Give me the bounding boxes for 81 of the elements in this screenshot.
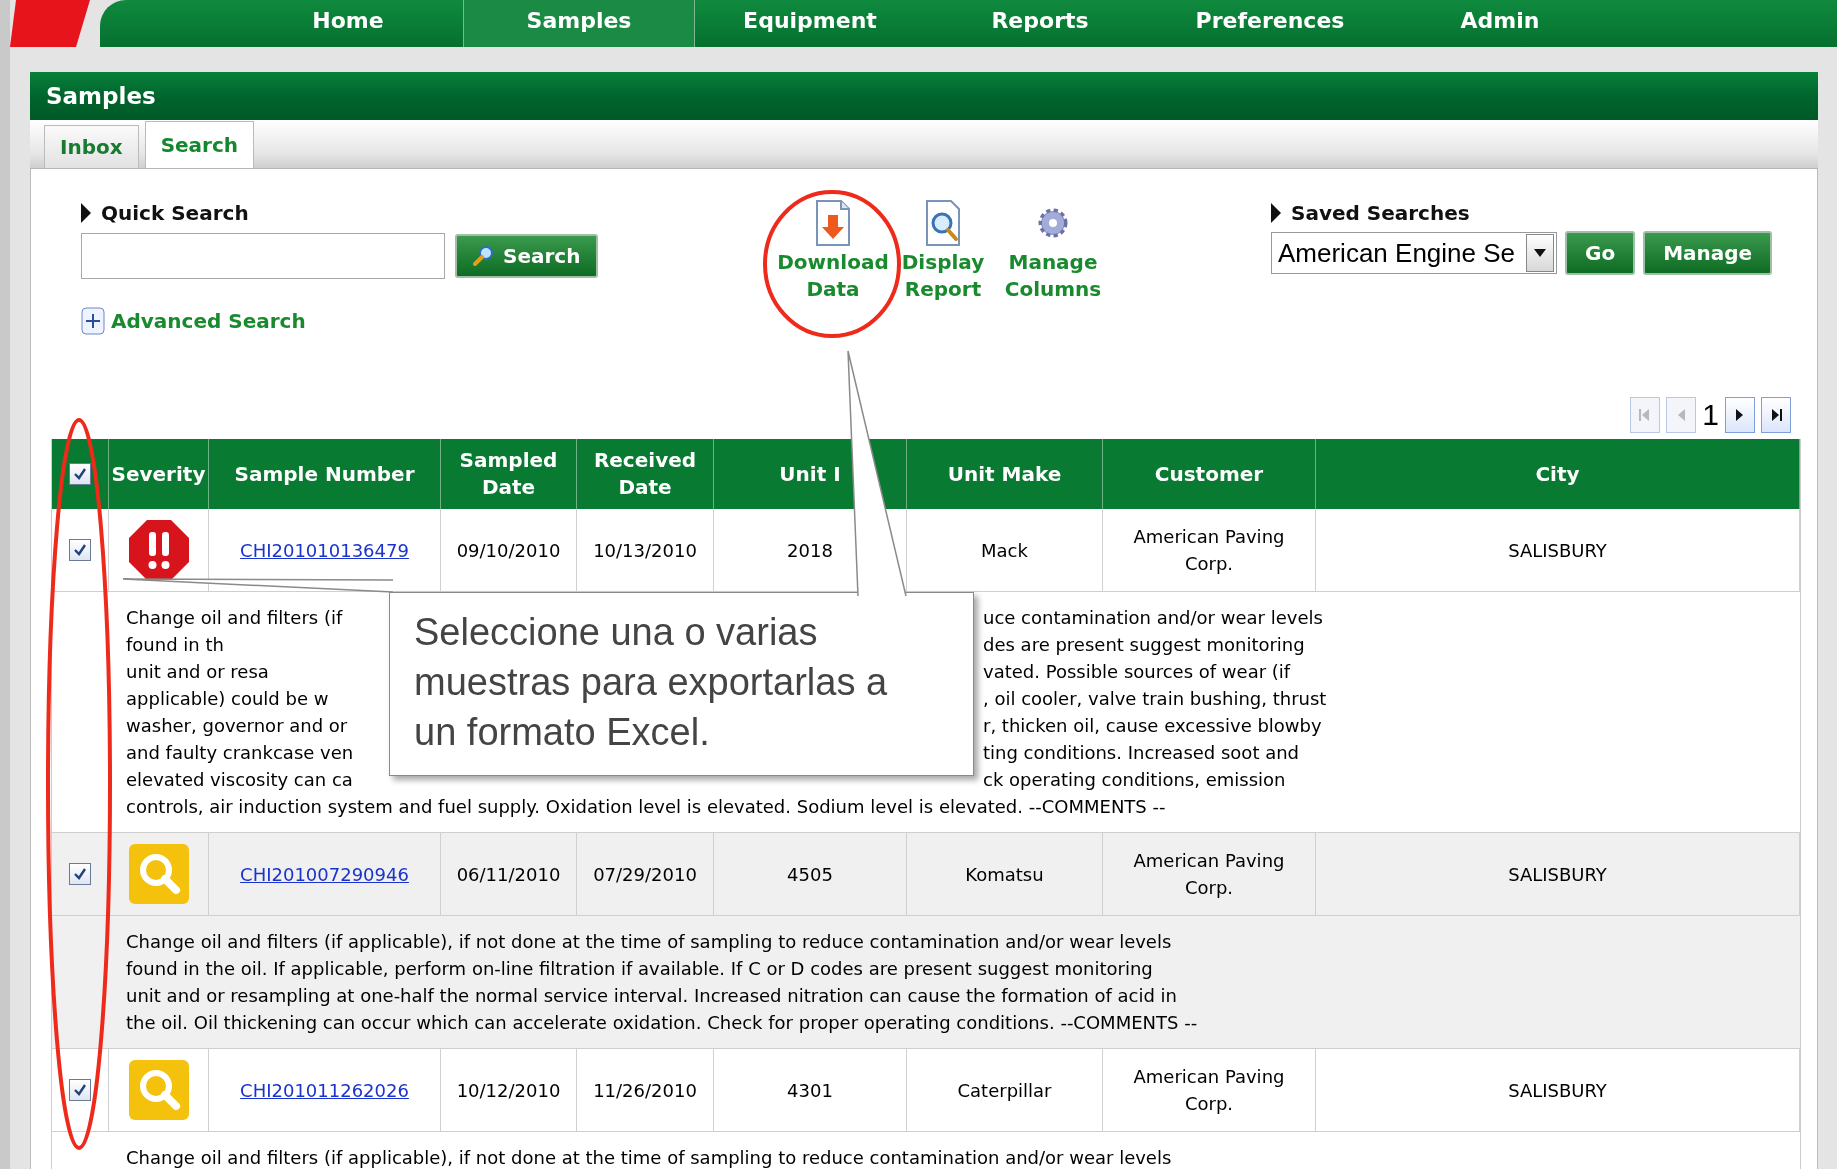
comment-text: , oil cooler, valve train bushing, thrust <box>983 687 1327 711</box>
advanced-search-link[interactable]: Advanced Search <box>81 307 306 335</box>
comment-text: Change oil and filters (if applicable), if not done at the time of sampling to reduce contamination and/or wear levels <box>126 1146 1172 1169</box>
table-cell: SALISBURY <box>1508 539 1607 561</box>
table-cell: 09/10/2010 <box>456 539 561 561</box>
row-checkbox[interactable] <box>69 863 91 885</box>
pager-button[interactable] <box>1725 397 1755 433</box>
nav-tab[interactable]: Admin <box>1385 0 1615 47</box>
select-all-checkbox[interactable] <box>69 463 91 485</box>
saved-searches-label: Saved Searches <box>1291 201 1470 225</box>
comment-text: ting conditions. Increased soot and <box>983 741 1300 765</box>
table-cell: 4301 <box>787 1079 833 1101</box>
toolbar-button[interactable]: Manage Columns <box>998 199 1108 303</box>
nav-tab[interactable]: Reports <box>925 0 1155 47</box>
sample-link[interactable]: CHI201010136479 <box>240 539 409 561</box>
tab[interactable]: Search <box>144 121 255 168</box>
quick-search-field[interactable] <box>81 233 445 279</box>
comment-text: uce contamination and/or wear levels <box>983 606 1323 630</box>
table-cell: 07/29/2010 <box>593 863 697 885</box>
comment-text: des are present suggest monitoring <box>983 633 1305 657</box>
comment-text: Change oil and filters (if <box>126 606 343 630</box>
table-cell: Mack <box>981 539 1028 561</box>
alert-octagon-icon <box>127 519 190 581</box>
checkmark-icon <box>72 1082 88 1098</box>
comment-text: r, thicken oil, cause excessive blowby <box>983 714 1322 738</box>
checkmark-icon <box>72 542 88 558</box>
toolbar-button[interactable]: Display Report <box>888 199 998 303</box>
nav-tab[interactable]: Home <box>233 0 463 47</box>
sample-link[interactable]: CHI201011262026 <box>240 1079 409 1101</box>
table-cell: 10/13/2010 <box>593 539 697 561</box>
document-magnifier-icon <box>923 199 963 247</box>
pager-button[interactable] <box>1761 397 1791 433</box>
table-cell: 4505 <box>787 863 833 885</box>
table-cell-text: American Paving Corp. <box>1132 525 1286 576</box>
comment-text: found in the oil. If applicable, perform on-line filtration if available. If C or D codes are present suggest monitoring <box>126 957 1153 981</box>
triangle-icon <box>81 203 91 223</box>
comment-text: and faulty crankcase ven <box>126 741 354 765</box>
comment-text: the oil. Oil thickening can occur which can accelerate oxidation. Check for proper operating conditions. --COMMENTS -- <box>126 1011 1198 1035</box>
table-cell: SALISBURY <box>1508 863 1607 885</box>
table-cell: SALISBURY <box>1508 1079 1607 1101</box>
comment-text: unit and or resampling at one-half the normal service interval. Increased nitration can cause the formation of acid in <box>126 984 1177 1008</box>
nav-tab[interactable]: Equipment <box>695 0 925 47</box>
row-checkbox[interactable] <box>69 1079 91 1101</box>
saved-search-dropdown[interactable]: American Engine Se <box>1271 232 1557 274</box>
skip-caret-icon <box>1769 407 1783 423</box>
row-checkbox[interactable] <box>69 539 91 561</box>
table-cell: 10/12/2010 <box>456 1079 561 1101</box>
saved-search-button[interactable]: Go <box>1565 231 1636 275</box>
comment-text: applicable) could be w <box>126 687 329 711</box>
panel-title: Samples <box>46 83 156 109</box>
nav-tab[interactable]: Samples <box>463 0 695 47</box>
page-number: 1 <box>1702 398 1719 432</box>
sample-link[interactable]: CHI201007290946 <box>240 863 409 885</box>
magnifier-icon <box>127 843 190 905</box>
checkmark-icon <box>72 466 88 482</box>
quick-search-label: Quick Search <box>101 201 249 225</box>
search-icon <box>473 245 495 267</box>
comment-text: unit and or resa <box>126 660 269 684</box>
table-cell-text: American Paving Corp. <box>1132 1065 1286 1116</box>
magnifier-icon <box>127 1059 190 1121</box>
nav-tab[interactable]: Preferences <box>1155 0 1385 47</box>
table-cell: Komatsu <box>965 863 1044 885</box>
table-cell: 2018 <box>787 539 833 561</box>
comment-text: washer, governor and or <box>126 714 348 738</box>
checkmark-icon <box>72 866 88 882</box>
comment-text: found in th <box>126 633 224 657</box>
comment-text: controls, air induction system and fuel supply. Oxidation level is elevated. Sodium level is elevated. --COMMENTS -- <box>126 795 1166 819</box>
comment-text: elevated viscosity can ca <box>126 768 353 792</box>
saved-search-button[interactable]: Manage <box>1643 231 1773 275</box>
comment-text: Change oil and filters (if applicable), if not done at the time of sampling to reduce contamination and/or wear levels <box>126 930 1172 954</box>
tab[interactable]: Inbox <box>44 125 139 168</box>
plus-icon <box>81 307 105 335</box>
table-cell-text: American Paving Corp. <box>1132 849 1286 900</box>
comment-text: ck operating conditions, emission <box>983 768 1286 792</box>
table-cell: 11/26/2010 <box>593 1079 697 1101</box>
table-cell: 06/11/2010 <box>456 863 561 885</box>
search-button[interactable]: Search <box>455 234 599 278</box>
toolbar-button[interactable]: Download Data <box>778 199 888 303</box>
table-cell: Caterpillar <box>957 1079 1052 1101</box>
callout-text: Seleccione una o varias muestras para exportarlas a un formato Excel. <box>414 610 888 755</box>
comment-text: vated. Possible sources of wear (if <box>983 660 1291 684</box>
